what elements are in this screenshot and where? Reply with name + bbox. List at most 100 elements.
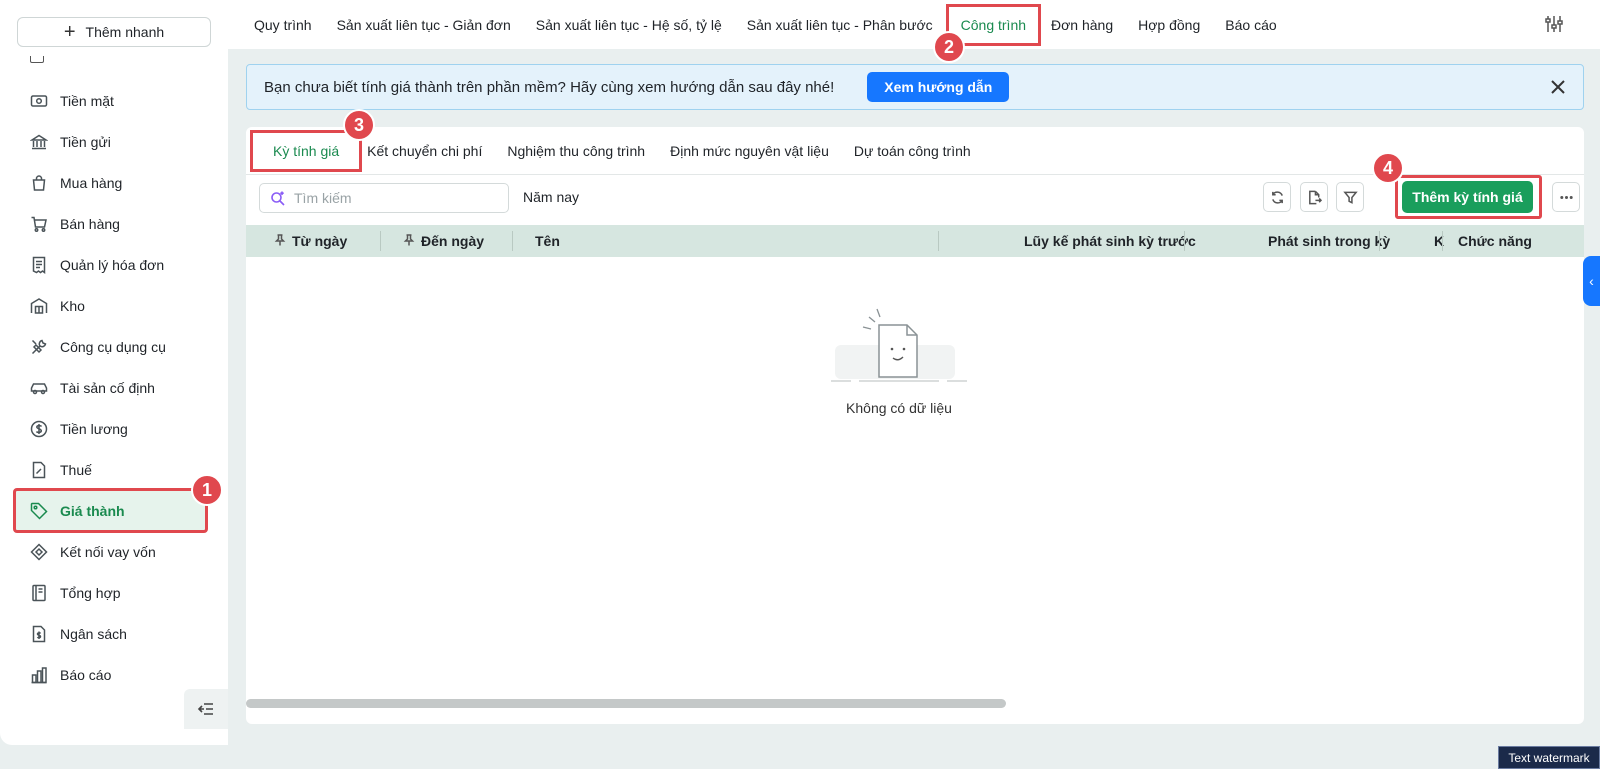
sidebar-item-label: Tài sản cố định bbox=[60, 379, 155, 396]
ai-search-icon bbox=[271, 191, 285, 206]
sidebar-menu: Tiền mặt Tiền gửi Mua hàng Bán hàng Quản… bbox=[0, 80, 228, 695]
pin-icon[interactable] bbox=[274, 233, 286, 249]
empty-document-icon bbox=[831, 308, 967, 382]
sidebar-item-budget[interactable]: Ngân sách bbox=[0, 613, 228, 654]
sidebar-item-invoices[interactable]: Quản lý hóa đơn bbox=[0, 244, 228, 285]
tab-contracts[interactable]: Hợp đồng bbox=[1138, 17, 1200, 33]
column-header-to-date[interactable]: Đến ngày bbox=[403, 233, 484, 249]
step-badge: 3 bbox=[343, 109, 375, 141]
search-box[interactable] bbox=[259, 183, 509, 213]
step-badge: 1 bbox=[191, 474, 223, 506]
tab-reports[interactable]: Báo cáo bbox=[1225, 17, 1276, 33]
column-header-from-date[interactable]: Từ ngày bbox=[274, 233, 347, 249]
tools-icon bbox=[31, 339, 47, 354]
sidebar-item-costing[interactable]: Giá thành bbox=[13, 488, 208, 533]
sidebar-item-warehouse[interactable]: Kho bbox=[0, 285, 228, 326]
sidebar-item-label: Tiền gửi bbox=[60, 133, 111, 150]
period-filter[interactable]: Năm nay bbox=[523, 189, 579, 205]
banner-text: Bạn chưa biết tính giá thành trên phần m… bbox=[264, 78, 835, 96]
plus-icon: + bbox=[63, 21, 76, 43]
subtab-costing-period[interactable]: Kỳ tính giá bbox=[250, 129, 363, 172]
column-divider[interactable] bbox=[1379, 231, 1380, 251]
column-divider[interactable] bbox=[380, 231, 381, 251]
sidebar-item-purchase[interactable]: Mua hàng bbox=[0, 162, 228, 203]
sidebar-item-sales[interactable]: Bán hàng bbox=[0, 203, 228, 244]
column-label: Phát sinh trong kỳ bbox=[1268, 233, 1391, 249]
column-header-period-amount[interactable]: Phát sinh trong kỳ bbox=[1268, 233, 1390, 249]
budget-document-icon bbox=[32, 625, 46, 642]
tab-continuous-simple[interactable]: Sản xuất liên tục - Giản đơn bbox=[337, 17, 511, 33]
collapse-menu-icon bbox=[197, 703, 213, 715]
sidebar-item-label: Mua hàng bbox=[60, 174, 123, 191]
sidebar-item-fixed-assets[interactable]: Tài sản cố định bbox=[0, 367, 228, 408]
subtab-cost-transfer[interactable]: Kết chuyển chi phí bbox=[367, 143, 482, 159]
tab-process[interactable]: Quy trình bbox=[254, 17, 312, 33]
warehouse-icon bbox=[30, 297, 48, 314]
price-tag-icon bbox=[30, 502, 48, 520]
column-header-prior-accumulated[interactable]: Lũy kế phát sinh kỳ trước bbox=[1024, 233, 1196, 249]
filter-icon bbox=[1342, 191, 1358, 204]
column-label: Từ ngày bbox=[292, 233, 348, 249]
sidebar-item-label: Tiền mặt bbox=[60, 92, 114, 109]
ledger-icon bbox=[32, 584, 46, 601]
quick-add-button[interactable]: + Thêm nhanh bbox=[17, 17, 211, 47]
sidebar-item-label: Quản lý hóa đơn bbox=[60, 256, 165, 273]
column-divider[interactable] bbox=[1442, 231, 1443, 251]
view-guide-button[interactable]: Xem hướng dẫn bbox=[867, 72, 1010, 102]
subtab-material-norms[interactable]: Định mức nguyên vật liệu bbox=[670, 143, 829, 159]
column-divider[interactable] bbox=[1184, 231, 1185, 251]
subtab-estimates[interactable]: Dự toán công trình bbox=[854, 143, 971, 159]
sidebar-item-payroll[interactable]: Tiền lương bbox=[0, 408, 228, 449]
loan-link-icon bbox=[30, 542, 48, 561]
add-costing-period-button[interactable]: Thêm kỳ tính giá bbox=[1402, 181, 1533, 213]
sidebar-item-label: Giá thành bbox=[60, 502, 125, 519]
sidebar-item-label: Tổng hợp bbox=[60, 584, 121, 601]
column-label: Chức năng bbox=[1458, 233, 1532, 249]
tab-continuous-coefficient[interactable]: Sản xuất liên tục - Hệ số, tỷ lệ bbox=[536, 17, 722, 33]
sidebar-item-label: Ngân sách bbox=[60, 625, 127, 642]
refresh-button[interactable] bbox=[1263, 182, 1291, 212]
export-file-icon bbox=[1308, 190, 1322, 204]
cut-off-icon bbox=[30, 56, 44, 63]
tab-continuous-step[interactable]: Sản xuất liên tục - Phân bước bbox=[747, 17, 933, 33]
refresh-icon bbox=[1271, 190, 1283, 204]
tab-orders[interactable]: Đơn hàng bbox=[1051, 17, 1113, 33]
dollar-circle-icon bbox=[30, 420, 48, 437]
column-divider[interactable] bbox=[512, 231, 513, 251]
pin-icon[interactable] bbox=[403, 233, 415, 249]
search-input[interactable] bbox=[294, 190, 494, 206]
close-icon[interactable] bbox=[1549, 78, 1567, 96]
settings-sliders-icon[interactable] bbox=[1544, 14, 1564, 34]
column-label: Đến ngày bbox=[421, 233, 485, 249]
shopping-bag-icon bbox=[32, 174, 46, 191]
table-header: Từ ngày Đến ngày Tên Lũy kế phát sinh kỳ… bbox=[246, 225, 1584, 257]
sidebar-item-label: Kho bbox=[60, 297, 85, 314]
horizontal-scrollbar[interactable] bbox=[246, 699, 1006, 708]
car-icon bbox=[30, 382, 48, 394]
export-button[interactable] bbox=[1300, 182, 1328, 212]
sidebar-item-label: Thuế bbox=[60, 461, 92, 478]
empty-state: Không có dữ liệu bbox=[824, 305, 974, 416]
sidebar-item-tools[interactable]: Công cụ dụng cụ bbox=[0, 326, 228, 367]
toolbar: Năm nay Thêm kỳ tính giá bbox=[246, 175, 1584, 219]
bar-chart-icon bbox=[31, 666, 47, 683]
more-icon bbox=[1559, 195, 1573, 199]
subtab-acceptance[interactable]: Nghiệm thu công trình bbox=[507, 143, 645, 159]
column-header-name[interactable]: Tên bbox=[535, 233, 560, 249]
menu-partial-item bbox=[30, 56, 210, 66]
sidebar-item-deposit[interactable]: Tiền gửi bbox=[0, 121, 228, 162]
column-label: Lũy kế phát sinh kỳ trước bbox=[1024, 233, 1196, 249]
sidebar-item-summary[interactable]: Tổng hợp bbox=[0, 572, 228, 613]
cash-icon bbox=[30, 94, 48, 107]
collapse-sidebar-button[interactable] bbox=[184, 689, 228, 729]
guide-banner: Bạn chưa biết tính giá thành trên phần m… bbox=[246, 64, 1584, 110]
column-header-actions: Chức năng bbox=[1458, 233, 1532, 249]
chevron-left-icon: ‹ bbox=[1589, 273, 1594, 289]
column-divider[interactable] bbox=[938, 231, 939, 251]
sidebar-item-loan-connect[interactable]: Kết nối vay vốn bbox=[0, 531, 228, 572]
filter-button[interactable] bbox=[1336, 182, 1364, 212]
side-panel-toggle[interactable]: ‹ bbox=[1583, 256, 1600, 306]
sidebar-item-label: Công cụ dụng cụ bbox=[60, 338, 166, 355]
sidebar-item-cash[interactable]: Tiền mặt bbox=[0, 80, 228, 121]
more-options-button[interactable] bbox=[1552, 182, 1580, 212]
